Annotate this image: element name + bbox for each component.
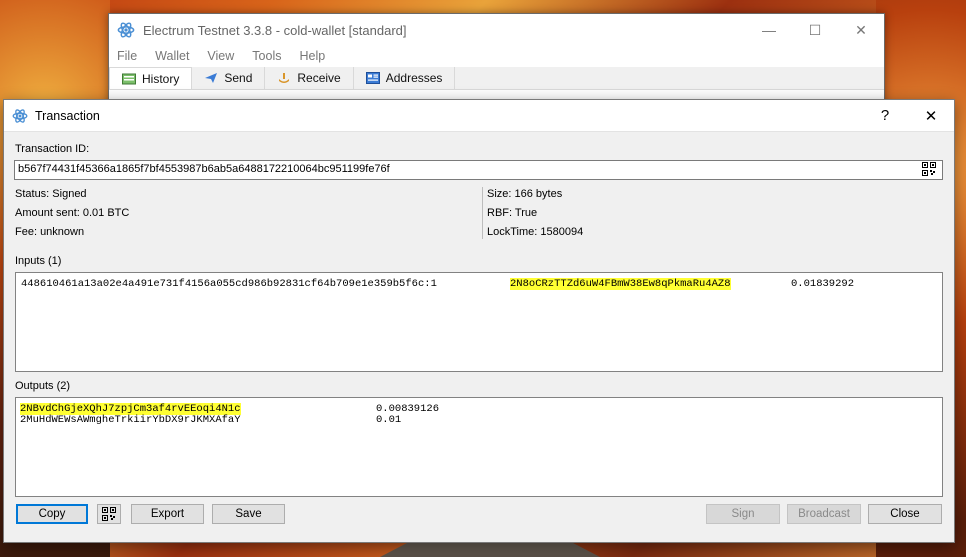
minimize-button[interactable]: — [746,14,792,46]
inputs-label: Inputs (1) [15,255,62,267]
input-amount: 0.01839292 [791,278,855,290]
copy-button[interactable]: Copy [16,504,88,524]
electrum-logo-icon [117,22,135,38]
main-window-title: Electrum Testnet 3.3.8 - cold-wallet [st… [143,22,407,38]
help-button[interactable]: ? [862,100,908,131]
broadcast-button[interactable]: Broadcast [787,504,861,524]
electrum-logo-icon [12,108,28,123]
export-button[interactable]: Export [131,504,204,524]
history-icon [122,73,136,84]
send-icon [205,73,218,83]
fee-text: Fee: unknown [15,226,85,238]
tab-receive[interactable]: Receive [265,67,354,89]
tab-send-label: Send [224,71,253,85]
menu-help[interactable]: Help [299,49,325,63]
sign-button[interactable]: Sign [706,504,780,524]
close-button[interactable]: Close [868,504,942,524]
tab-history-label: History [142,71,180,86]
outputs-list[interactable]: 2NBvdChGjeXQhJ7zpjCm3af4rvEEoqi4N1c 0.00… [15,397,943,497]
dialog-titlebar: Transaction ? ✕ [4,100,954,132]
tab-history[interactable]: History [109,67,193,89]
main-close-button[interactable]: ✕ [838,14,884,46]
rbf-text: RBF: True [487,207,538,219]
dialog-title: Transaction [35,108,100,123]
addresses-icon [365,72,380,84]
txid-field[interactable]: b567f74431f45366a1865f7bf4553987b6ab5a64… [14,160,943,180]
qr-code-icon [102,507,116,521]
txid-value: b567f74431f45366a1865f7bf4553987b6ab5a64… [18,163,390,175]
maximize-button[interactable]: ☐ [792,14,838,46]
menu-wallet[interactable]: Wallet [155,49,189,63]
input-prevout: 448610461a13a02e4a491e731f4156a055cd986b… [21,278,437,290]
txid-label: Transaction ID: [15,143,90,155]
locktime-text: LockTime: 1580094 [487,226,584,238]
info-separator [482,187,483,239]
tab-receive-label: Receive [297,71,341,85]
size-text: Size: 166 bytes [487,188,563,200]
qr-button[interactable] [97,504,121,524]
outputs-label: Outputs (2) [15,380,71,392]
tab-addresses[interactable]: Addresses [354,67,456,89]
menu-file[interactable]: File [117,49,137,63]
transaction-dialog: Transaction ? ✕ Transaction ID: b567f744… [3,99,955,543]
dialog-close-x-button[interactable]: ✕ [908,100,954,131]
qr-code-icon[interactable] [922,162,936,176]
tab-send[interactable]: Send [192,67,266,89]
input-address: 2N8oCRzTTZd6uW4FBmW38Ew8qPkmaRu4AZ8 [510,278,731,290]
menu-bar: File Wallet View Tools Help [109,46,884,66]
tab-addresses-label: Addresses [385,71,443,85]
amount-sent-text: Amount sent: 0.01 BTC [15,207,130,219]
output-amount-2: 0.01 [376,414,402,426]
receive-icon [279,73,290,83]
status-text: Status: Signed [15,188,87,200]
main-tabs: History Send Receive Addresses [109,67,884,90]
inputs-list[interactable]: 448610461a13a02e4a491e731f4156a055cd986b… [15,272,943,372]
output-address-2: 2MuHdWEWsAWmgheTrkiirYbDX9rJKMXAfaY [20,414,241,426]
menu-view[interactable]: View [207,49,234,63]
menu-tools[interactable]: Tools [252,49,281,63]
main-window-titlebar: Electrum Testnet 3.3.8 - cold-wallet [st… [109,14,884,46]
save-button[interactable]: Save [212,504,285,524]
